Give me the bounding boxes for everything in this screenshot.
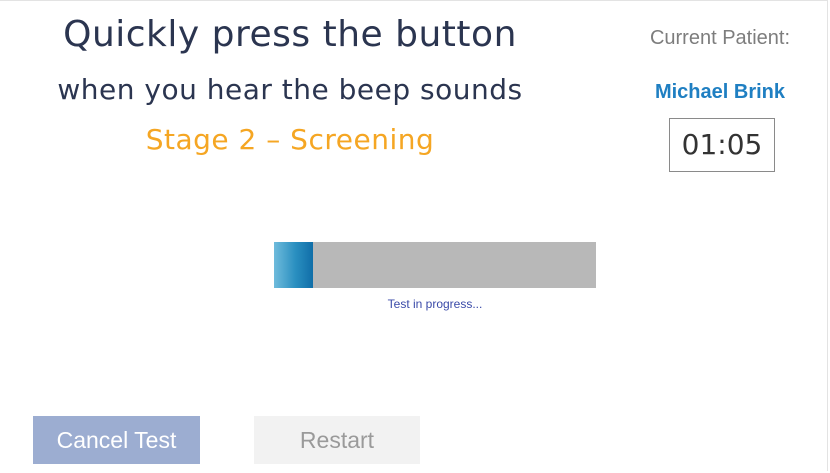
instruction-heading: Quickly press the button	[63, 14, 517, 55]
stage-title: Stage 2 – Screening	[145, 123, 435, 156]
instruction-subheading: when you hear the beep sounds	[57, 73, 523, 106]
test-progress-bar	[274, 242, 596, 288]
cancel-test-button[interactable]: Cancel Test	[33, 416, 200, 464]
restart-button[interactable]: Restart	[254, 416, 420, 464]
current-patient-label: Current Patient:	[649, 27, 791, 49]
test-timer: 01:05	[669, 118, 775, 172]
progress-status-text: Test in progress...	[387, 297, 483, 311]
patient-name: Michael Brink	[654, 81, 786, 103]
window-frame	[0, 0, 828, 471]
progress-bar-fill	[274, 242, 313, 288]
